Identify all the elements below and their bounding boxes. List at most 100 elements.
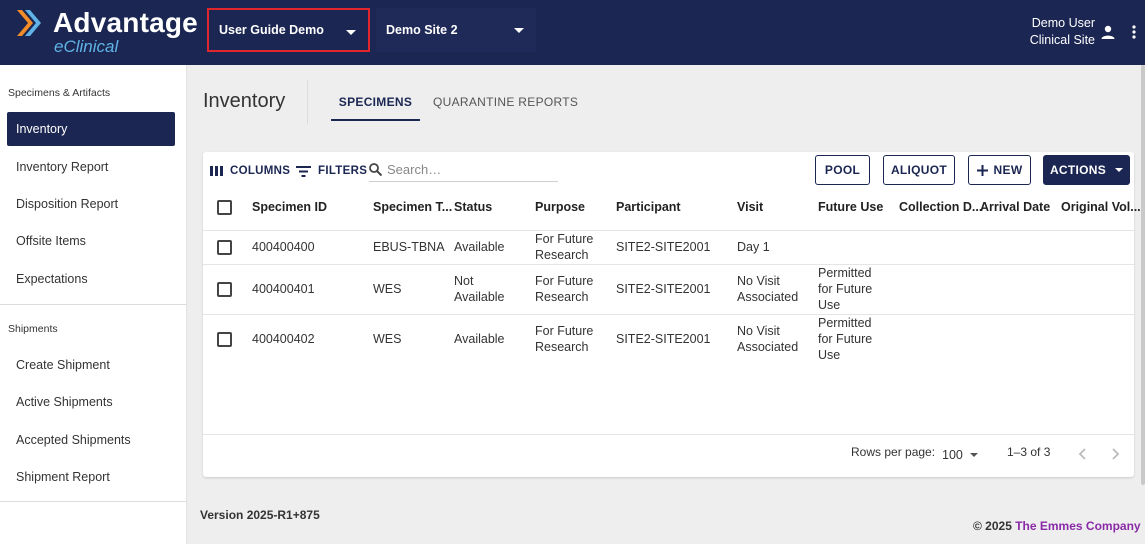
select-all-checkbox[interactable] (217, 200, 232, 215)
next-page-icon[interactable] (1109, 448, 1121, 460)
copyright-text: © 2025 (973, 519, 1012, 533)
user-role: Clinical Site (1029, 33, 1095, 47)
column-header-visit[interactable]: Visit (737, 200, 763, 214)
more-vert-icon[interactable] (1128, 22, 1140, 42)
sidebar-item-create-shipment[interactable]: Create Shipment (7, 348, 175, 382)
column-header-specimen-type[interactable]: Specimen T... (373, 200, 452, 214)
sidebar-item-offsite-items[interactable]: Offsite Items (7, 224, 175, 258)
pagination-range: 1–3 of 3 (1007, 445, 1051, 459)
previous-page-icon[interactable] (1077, 448, 1089, 460)
cell-status: Available (454, 240, 505, 254)
sidebar-item-expectations[interactable]: Expectations (7, 262, 175, 296)
cell-purpose: For Future Research (535, 232, 594, 262)
cell-specimen-id: 400400401 (252, 282, 315, 296)
rows-per-page-value: 100 (942, 448, 963, 462)
cell-visit: No Visit Associated (737, 274, 799, 304)
filter-icon (296, 165, 311, 177)
search-input[interactable] (387, 162, 547, 177)
sidebar: Specimens & Artifacts Inventory Inventor… (0, 65, 187, 544)
title-divider (307, 80, 308, 124)
columns-label: COLUMNS (230, 165, 291, 177)
cell-participant: SITE2-SITE2001 (616, 282, 711, 296)
sidebar-item-active-shipments[interactable]: Active Shipments (7, 385, 175, 419)
chevron-down-icon (969, 453, 978, 457)
filters-button[interactable]: FILTERS (296, 163, 367, 179)
pool-button[interactable]: POOL (815, 155, 870, 185)
sidebar-divider (0, 304, 187, 305)
plus-icon (976, 164, 988, 176)
row-checkbox[interactable] (217, 240, 232, 255)
row-divider (203, 314, 1134, 315)
column-header-participant[interactable]: Participant (616, 200, 681, 214)
row-divider (203, 230, 1134, 231)
sidebar-item-disposition-report[interactable]: Disposition Report (7, 187, 175, 221)
cell-specimen-type: EBUS-TBNA (373, 240, 445, 254)
logo-chevron-icon (17, 10, 41, 36)
user-info[interactable]: Demo User Clinical Site (1030, 15, 1095, 49)
rows-per-page-label: Rows per page: (851, 445, 936, 459)
actions-label: ACTIONS (1049, 163, 1107, 177)
rows-per-page-select[interactable]: 100 (942, 448, 978, 462)
cell-specimen-type: WES (373, 332, 402, 346)
cell-participant: SITE2-SITE2001 (616, 332, 711, 346)
sidebar-divider (0, 501, 187, 502)
sidebar-item-shipment-report[interactable]: Shipment Report (7, 460, 175, 494)
new-label: NEW (993, 163, 1023, 177)
top-bar: Advantage eClinical User Guide Demo Demo… (0, 0, 1145, 65)
cell-participant: SITE2-SITE2001 (616, 240, 711, 254)
column-header-arrival-date[interactable]: Arrival Date (980, 200, 1050, 214)
search-box[interactable] (369, 158, 558, 182)
cell-future-use: Permitted for Future Use (818, 316, 873, 362)
sidebar-item-accepted-shipments[interactable]: Accepted Shipments (7, 423, 175, 457)
person-icon[interactable] (1101, 25, 1115, 39)
column-header-future-use[interactable]: Future Use (818, 200, 883, 214)
study-select[interactable]: User Guide Demo (207, 8, 370, 52)
site-select[interactable]: Demo Site 2 (376, 8, 536, 52)
cell-visit: Day 1 (737, 240, 770, 254)
cell-specimen-type: WES (373, 282, 402, 296)
logo-title: Advantage (53, 7, 198, 38)
row-divider (203, 264, 1134, 265)
tab-quarantine-reports[interactable]: QUARANTINE REPORTS (433, 95, 578, 109)
chevron-down-icon (514, 28, 524, 33)
sidebar-item-inventory-report[interactable]: Inventory Report (7, 150, 175, 184)
column-header-collection-date[interactable]: Collection D... (899, 200, 982, 214)
company-link[interactable]: The Emmes Company (1015, 519, 1140, 533)
column-header-specimen-id[interactable]: Specimen ID (252, 200, 327, 214)
new-button[interactable]: NEW (968, 155, 1031, 185)
search-icon (369, 163, 382, 176)
actions-button[interactable]: ACTIONS (1043, 155, 1130, 185)
column-header-purpose[interactable]: Purpose (535, 200, 585, 214)
sidebar-section-shipments: Shipments (8, 323, 58, 335)
user-name: Demo User (1031, 16, 1095, 30)
study-select-value: User Guide Demo (219, 23, 324, 37)
page-scrollbar[interactable] (1141, 65, 1145, 485)
cell-future-use: Permitted for Future Use (818, 266, 873, 312)
column-header-status[interactable]: Status (454, 200, 492, 214)
inventory-table-card: COLUMNS FILTERS POOL ALIQUOT NEW ACTIONS… (203, 152, 1141, 477)
row-checkbox[interactable] (217, 282, 232, 297)
chevron-down-icon (1115, 168, 1124, 172)
cell-purpose: For Future Research (535, 274, 594, 304)
cell-specimen-id: 400400402 (252, 332, 315, 346)
tab-specimens[interactable]: SPECIMENS (331, 95, 420, 109)
columns-icon (210, 166, 223, 176)
page-title: Inventory (203, 90, 286, 112)
sidebar-section-specimens: Specimens & Artifacts (8, 87, 111, 99)
cell-purpose: For Future Research (535, 324, 594, 354)
copyright: © 2025 The Emmes Company (973, 519, 1141, 533)
cell-visit: No Visit Associated (737, 324, 799, 354)
cell-status: Available (454, 332, 505, 346)
cell-status: Not Available (454, 274, 505, 304)
sidebar-item-inventory[interactable]: Inventory (7, 112, 175, 146)
tab-active-indicator (331, 119, 420, 121)
aliquot-button[interactable]: ALIQUOT (883, 155, 955, 185)
cell-specimen-id: 400400400 (252, 240, 315, 254)
version-label: Version 2025-R1+875 (200, 508, 320, 522)
filters-label: FILTERS (318, 165, 368, 177)
column-header-original-volume[interactable]: Original Vol... (1061, 200, 1141, 214)
row-checkbox[interactable] (217, 332, 232, 347)
columns-button[interactable]: COLUMNS (210, 163, 290, 179)
logo-subtitle: eClinical (54, 37, 119, 56)
site-select-value: Demo Site 2 (386, 23, 458, 37)
